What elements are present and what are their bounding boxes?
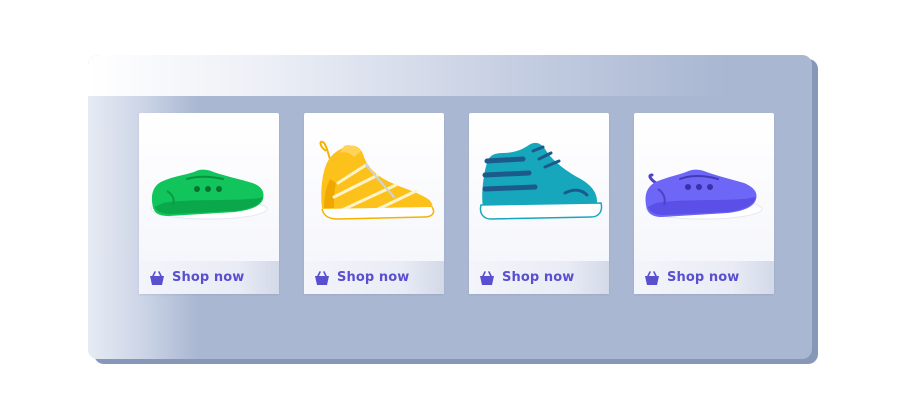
shop-now-label: Shop now [337,270,410,285]
product-card-3[interactable]: Shop now [469,113,609,294]
shopping-basket-icon [480,270,494,285]
product-card-4[interactable]: Shop now [634,113,774,294]
purple-sneaker-icon [645,169,763,220]
stage: Shop now Shop now Shop now Shop now [0,0,900,400]
product-card-2[interactable]: Shop now [304,113,444,294]
shopping-basket-icon [315,270,329,285]
teal-runner-icon [479,142,603,220]
shopping-basket-icon [645,270,659,285]
shop-now-label: Shop now [172,270,245,285]
shop-now-button[interactable]: Shop now [634,261,774,294]
shop-now-button[interactable]: Shop now [139,261,279,294]
yellow-high-top-icon [319,140,435,220]
product-card-1[interactable]: Shop now [139,113,279,294]
shopping-basket-icon [150,270,164,285]
shop-now-label: Shop now [502,270,575,285]
panel-header [88,55,812,96]
shop-now-label: Shop now [667,270,740,285]
shop-now-button[interactable]: Shop now [469,261,609,294]
shop-now-button[interactable]: Shop now [304,261,444,294]
green-sneaker-icon [150,169,268,220]
